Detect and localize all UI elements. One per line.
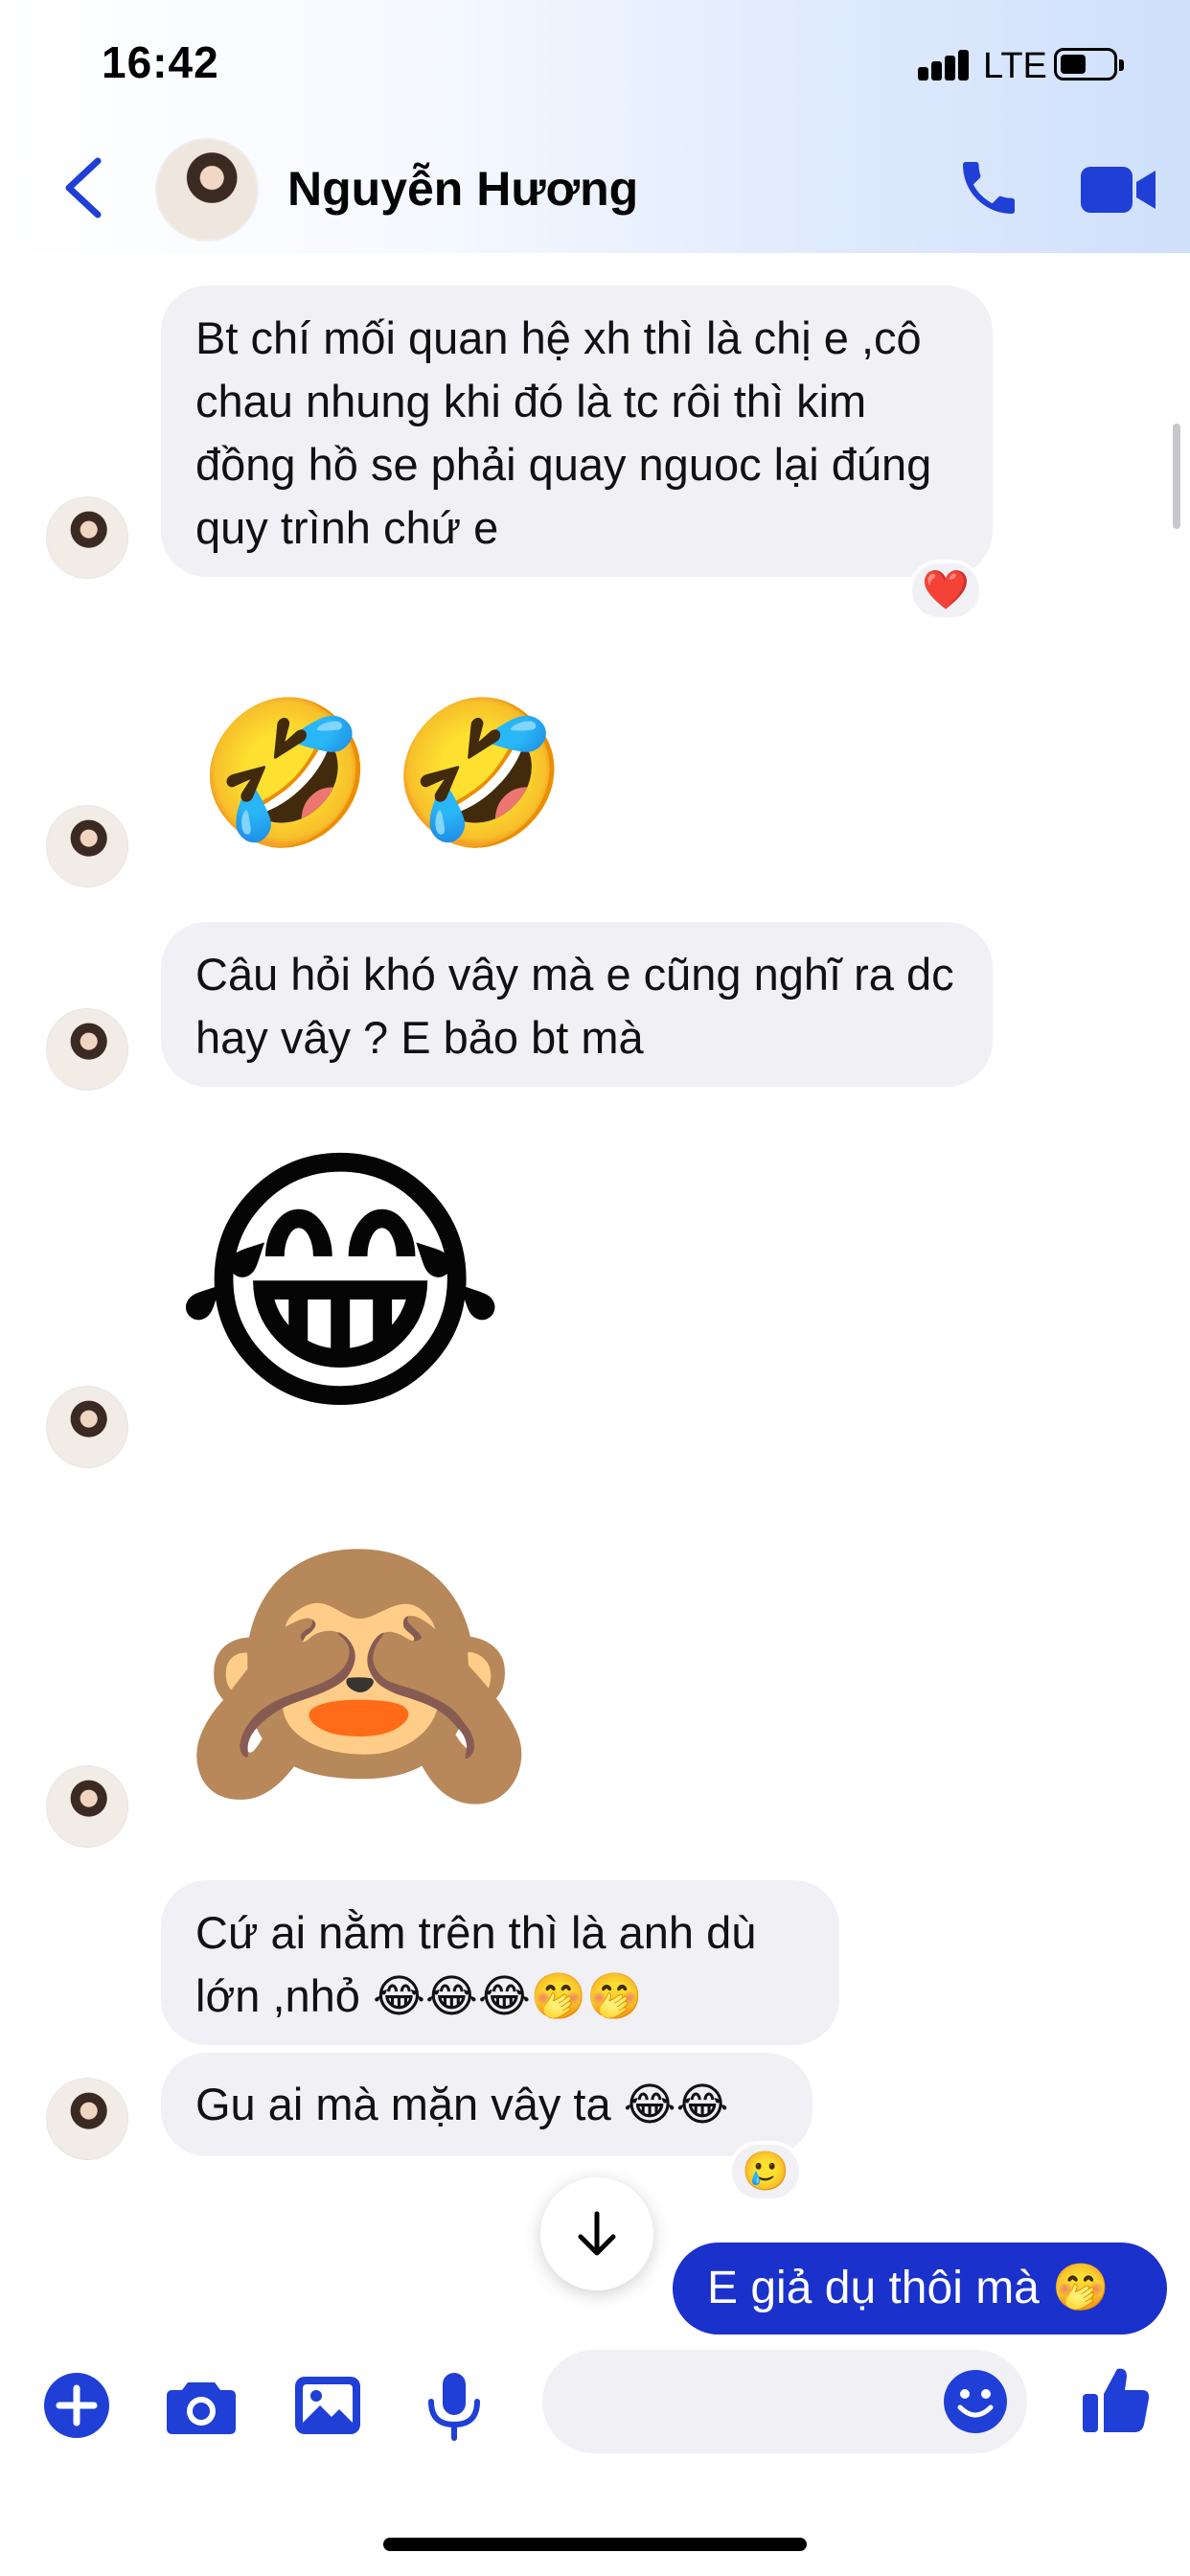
contact-name[interactable]: Nguyễn Hương: [287, 161, 638, 217]
image-icon: [295, 2377, 360, 2434]
back-button[interactable]: [57, 153, 111, 222]
chevron-left-icon: [65, 157, 102, 218]
message-bubble[interactable]: Cứ ai nằm trên thì là anh dù lớn ,nhỏ 😂😂…: [161, 1880, 839, 2045]
battery-icon: [1054, 48, 1124, 80]
sender-avatar: [46, 2078, 128, 2160]
message-reaction[interactable]: 🥲: [728, 2141, 803, 2202]
message-text: Cứ ai nằm trên thì là anh dù lớn ,nhỏ 😂😂…: [195, 1907, 757, 2021]
emoji-message[interactable]: 😂: [172, 1140, 509, 1428]
phone-icon: [963, 162, 1015, 214]
sender-avatar: [46, 1008, 128, 1091]
add-button[interactable]: [40, 2369, 113, 2442]
sender-avatar: [46, 805, 128, 887]
scrollbar[interactable]: [1173, 424, 1180, 529]
plus-circle-icon: [44, 2373, 109, 2438]
message-bubble[interactable]: Câu hỏi khó vây mà e cũng nghĩ ra dc hay…: [161, 922, 993, 1087]
voice-message-button[interactable]: [418, 2369, 491, 2442]
status-time: 16:42: [102, 37, 219, 87]
like-button[interactable]: [1081, 2363, 1152, 2436]
sender-avatar: [46, 1765, 128, 1848]
message-text: Bt chí mối quan hệ xh thì là chị e ,cô c…: [195, 312, 932, 553]
thumbs-up-icon: [1083, 2368, 1150, 2432]
scroll-to-bottom-button[interactable]: [540, 2177, 653, 2290]
chat-header: 16:42 LTE Nguyễn Hương: [0, 0, 1190, 253]
smiley-icon: [944, 2370, 1007, 2433]
gallery-button[interactable]: [291, 2369, 364, 2442]
network-label: LTE: [983, 46, 1047, 86]
sender-avatar: [46, 496, 128, 579]
voice-call-button[interactable]: [954, 153, 1023, 222]
signal-icon: [918, 50, 970, 80]
message-reaction[interactable]: ❤️: [908, 560, 983, 621]
message-bubble[interactable]: Gu ai mà mặn vây ta 😂😂: [161, 2053, 812, 2156]
camera-icon: [167, 2382, 236, 2434]
emoji-button[interactable]: [941, 2367, 1010, 2436]
sent-message-bubble[interactable]: E giả dụ thôi mà 🤭: [673, 2242, 1167, 2334]
message-text: Câu hỏi khó vây mà e cũng nghĩ ra dc hay…: [195, 949, 954, 1063]
emoji-message[interactable]: 🙈: [180, 1526, 538, 1813]
message-bubble[interactable]: Bt chí mối quan hệ xh thì là chị e ,cô c…: [161, 286, 993, 577]
sent-message-text: E giả dụ thôi mà 🤭: [707, 2263, 1110, 2313]
home-indicator: [383, 2538, 807, 2551]
camera-button[interactable]: [165, 2369, 238, 2442]
message-text: Gu ai mà mặn vây ta 😂😂: [195, 2079, 729, 2129]
sender-avatar: [46, 1386, 128, 1468]
contact-avatar[interactable]: [155, 138, 259, 242]
video-camera-icon: [1081, 167, 1156, 213]
arrow-down-icon: [578, 2211, 616, 2256]
video-call-button[interactable]: [1079, 161, 1157, 218]
emoji-message[interactable]: 🤣🤣: [197, 703, 585, 845]
microphone-icon: [428, 2373, 480, 2441]
